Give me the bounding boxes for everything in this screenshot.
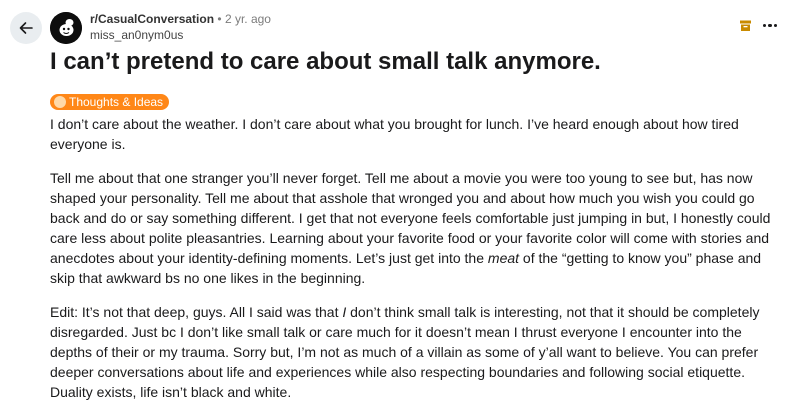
subreddit-logo-icon [50,12,82,44]
body-paragraph: Tell me about that one stranger you’ll n… [50,168,780,288]
post-flair[interactable]: Thoughts & Ideas [50,94,170,110]
post-actions [739,20,780,31]
meta-separator: • [217,12,222,26]
post-page: r/CasualConversation • 2 yr. ago miss_an… [0,0,797,417]
back-button[interactable] [10,12,42,44]
more-options-icon[interactable] [761,22,780,30]
post-meta: r/CasualConversation • 2 yr. ago miss_an… [90,12,271,43]
body-paragraph: I don’t care about the weather. I don’t … [50,116,739,152]
body-emphasis: meat [487,250,520,266]
arrow-left-icon [19,22,33,34]
subreddit-name[interactable]: r/CasualConversation [90,12,214,26]
post-author[interactable]: miss_an0nym0us [90,28,271,43]
body-text: Edit: It’s not that deep, guys. All I sa… [50,304,343,320]
thinking-face-icon [54,96,66,108]
body-paragraph: Edit: It’s not that deep, guys. All I sa… [50,302,780,402]
archive-icon [739,20,751,31]
subreddit-avatar[interactable] [50,12,82,44]
post-body: I don’t care about the weather. I don’t … [50,114,780,416]
flair-label: Thoughts & Ideas [69,95,164,109]
post-age: 2 yr. ago [224,12,271,26]
post-title: I can’t pretend to care about small talk… [50,48,601,75]
